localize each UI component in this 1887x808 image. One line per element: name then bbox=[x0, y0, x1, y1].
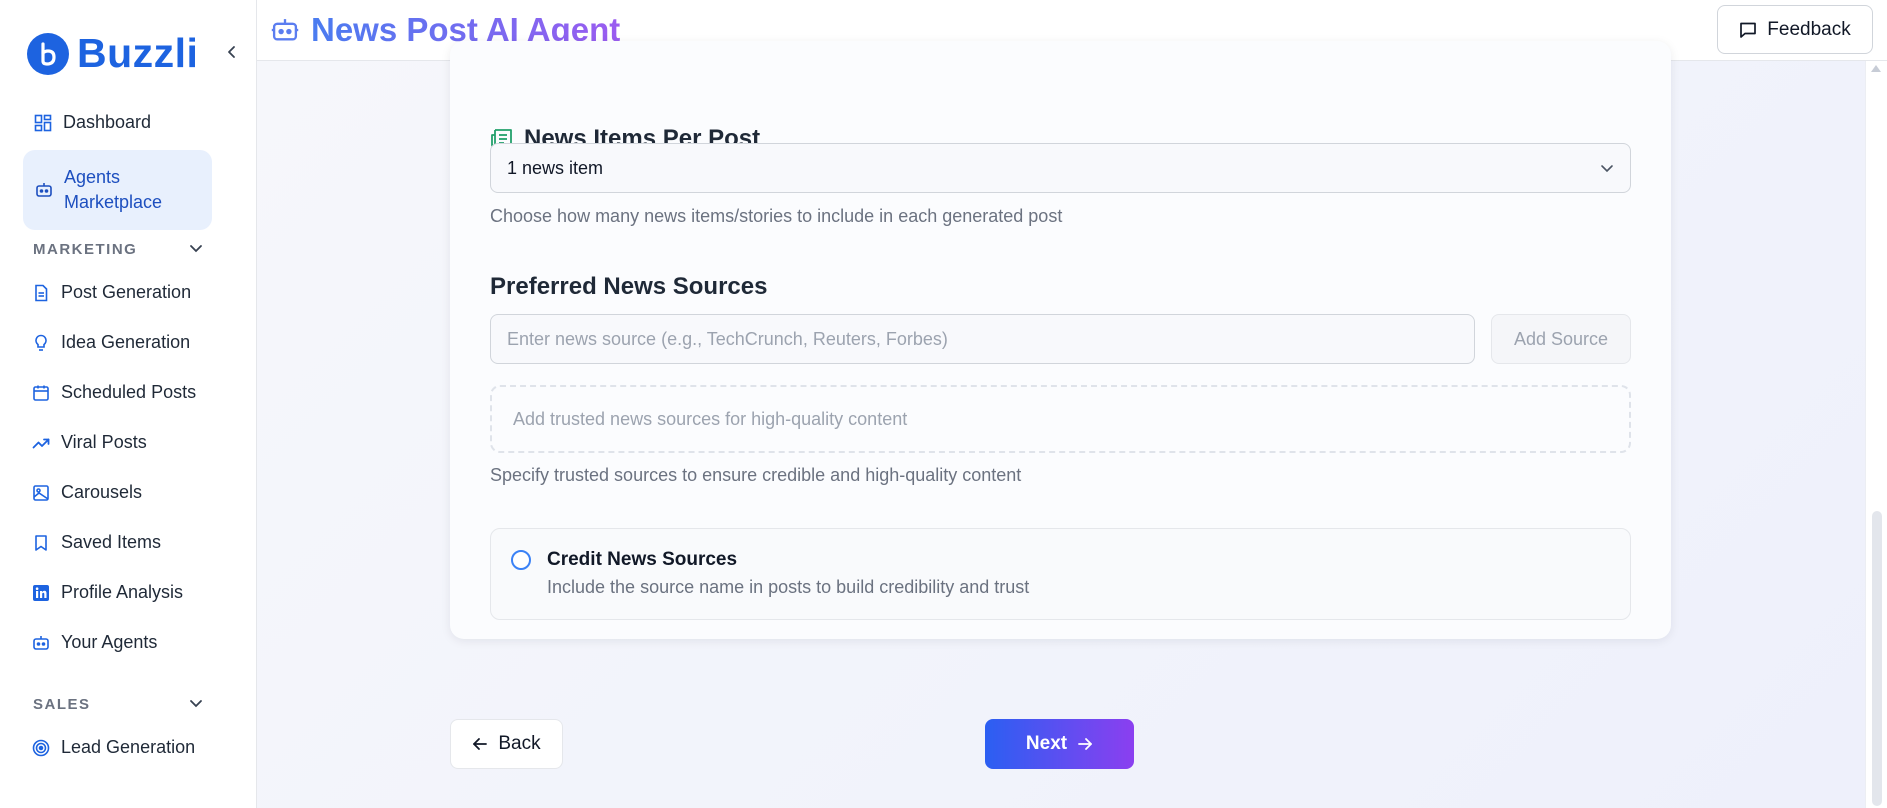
sidebar-item-label: Carousels bbox=[61, 482, 143, 502]
bot-icon bbox=[271, 15, 301, 45]
sidebar-item-label: Lead Generation bbox=[61, 737, 196, 757]
brand-name: Buzzli bbox=[77, 30, 199, 76]
sidebar-item-saved-items[interactable]: Saved Items bbox=[23, 530, 212, 555]
sidebar-item-label: Agents Marketplace bbox=[64, 167, 163, 212]
linkedin-icon bbox=[31, 583, 51, 603]
dashboard-icon bbox=[33, 113, 53, 133]
sidebar-item-label: Saved Items bbox=[61, 532, 162, 552]
next-button[interactable]: Next bbox=[985, 719, 1134, 769]
sidebar-item-viral-posts[interactable]: Viral Posts bbox=[23, 430, 212, 455]
feedback-label: Feedback bbox=[1767, 18, 1851, 40]
credit-title: Credit News Sources bbox=[547, 549, 738, 570]
target-icon bbox=[31, 738, 51, 758]
sidebar-item-agents-marketplace[interactable]: Agents Marketplace bbox=[23, 150, 212, 230]
image-icon bbox=[31, 483, 51, 503]
credit-description: Include the source name in posts to buil… bbox=[547, 577, 1030, 597]
scroll-up-arrow-icon[interactable] bbox=[1871, 65, 1881, 72]
buzzli-logo-icon bbox=[27, 32, 69, 75]
section-title: MARKETING bbox=[33, 241, 138, 258]
chevron-down-icon bbox=[189, 696, 203, 713]
section-marketing-toggle[interactable]: MARKETING bbox=[33, 241, 203, 258]
sidebar-item-dashboard[interactable]: Dashboard bbox=[23, 110, 212, 135]
field-title-text: Preferred News Sources bbox=[490, 273, 768, 300]
sources-help: Specify trusted sources to ensure credib… bbox=[490, 465, 1022, 485]
select-value: 1 news item bbox=[507, 157, 604, 178]
news-items-select[interactable]: 1 news item bbox=[490, 143, 1631, 193]
sidebar-item-your-agents[interactable]: Your Agents bbox=[23, 630, 212, 655]
arrow-right-icon bbox=[1077, 736, 1093, 752]
calendar-icon bbox=[31, 383, 51, 403]
bookmark-icon bbox=[31, 533, 51, 553]
sidebar: Buzzli Dashboard Agents Marketplace MARK… bbox=[0, 0, 257, 808]
sidebar-item-label: Post Generation bbox=[61, 282, 192, 302]
chevron-down-icon bbox=[189, 241, 203, 258]
sidebar-item-label: Your Agents bbox=[61, 632, 158, 652]
news-source-input[interactable] bbox=[490, 314, 1475, 364]
sidebar-item-post-generation[interactable]: Post Generation bbox=[23, 280, 212, 305]
credit-sources-option[interactable]: Credit News Sources Include the source n… bbox=[490, 528, 1631, 620]
document-icon bbox=[31, 283, 51, 303]
news-items-help: Choose how many news items/stories to in… bbox=[490, 206, 1063, 226]
sidebar-item-label: Viral Posts bbox=[61, 432, 147, 452]
empty-state-text: Add trusted news sources for high-qualit… bbox=[513, 408, 908, 429]
arrow-left-icon bbox=[472, 736, 488, 752]
feedback-button[interactable]: Feedback bbox=[1717, 5, 1873, 54]
bot-icon bbox=[31, 633, 51, 653]
add-source-button[interactable]: Add Source bbox=[1491, 314, 1631, 364]
section-sales-toggle[interactable]: SALES bbox=[33, 696, 203, 713]
credit-sources-radio[interactable] bbox=[511, 550, 531, 570]
sidebar-item-label: Profile Analysis bbox=[61, 582, 184, 602]
section-title: SALES bbox=[33, 696, 91, 713]
sidebar-item-idea-generation[interactable]: Idea Generation bbox=[23, 330, 212, 355]
brand[interactable]: Buzzli bbox=[27, 30, 198, 77]
settings-card: News Items Per Post 1 news item Choose h… bbox=[450, 41, 1671, 639]
bot-icon bbox=[34, 180, 54, 200]
trending-up-icon bbox=[31, 433, 51, 453]
sources-empty-state: Add trusted news sources for high-qualit… bbox=[490, 385, 1631, 453]
back-label: Back bbox=[498, 733, 541, 754]
next-label: Next bbox=[1025, 733, 1068, 754]
sidebar-item-label: Idea Generation bbox=[61, 332, 191, 352]
page-scrollbar[interactable] bbox=[1865, 61, 1887, 808]
sidebar-item-carousels[interactable]: Carousels bbox=[23, 480, 212, 505]
collapse-sidebar-chevron-left-icon[interactable] bbox=[222, 42, 242, 62]
sidebar-item-label: Scheduled Posts bbox=[61, 382, 197, 402]
sidebar-item-label: Dashboard bbox=[63, 112, 152, 132]
preferred-sources-title: Preferred News Sources bbox=[490, 273, 767, 301]
back-button[interactable]: Back bbox=[450, 719, 563, 769]
chevron-down-icon bbox=[1600, 158, 1614, 179]
main-content: News Items Per Post 1 news item Choose h… bbox=[257, 41, 1865, 808]
scroll-thumb[interactable] bbox=[1872, 511, 1882, 806]
message-square-icon bbox=[1739, 21, 1757, 39]
lightbulb-icon bbox=[31, 333, 51, 353]
sidebar-item-profile-analysis[interactable]: Profile Analysis bbox=[23, 580, 212, 605]
sidebar-item-lead-generation[interactable]: Lead Generation bbox=[23, 735, 212, 760]
sidebar-item-scheduled-posts[interactable]: Scheduled Posts bbox=[23, 380, 212, 405]
